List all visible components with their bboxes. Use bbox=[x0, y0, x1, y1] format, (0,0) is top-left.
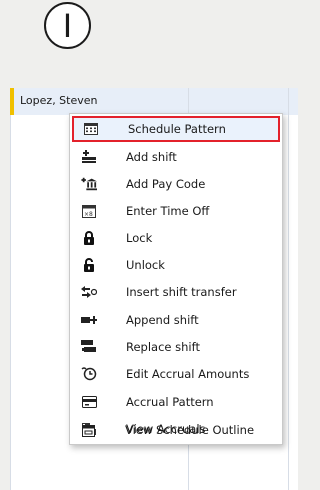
menu-item-add-pay-code[interactable]: Add Pay Code bbox=[72, 171, 280, 197]
menu-item-label: View Schedule Outline bbox=[125, 423, 255, 437]
menu-item-label: Add Pay Code bbox=[126, 177, 206, 191]
replace-shift-icon bbox=[81, 339, 97, 355]
menu-item-label: Unlock bbox=[126, 258, 165, 272]
menu-item-unlock[interactable]: Unlock bbox=[72, 252, 280, 278]
calendar-grid-icon bbox=[83, 121, 99, 137]
menu-item-label: Lock bbox=[126, 231, 153, 245]
menu-item-label: Accrual Pattern bbox=[126, 395, 214, 409]
employee-row-header[interactable]: Lopez, Steven bbox=[10, 88, 298, 115]
menu-item-label: Schedule Pattern bbox=[128, 122, 226, 136]
time-off-icon: ×8 bbox=[81, 203, 97, 219]
append-shift-icon bbox=[81, 312, 97, 328]
accrual-pattern-icon bbox=[81, 394, 97, 410]
menu-item-label: Add shift bbox=[126, 150, 177, 164]
menu-item-edit-accrual-amounts[interactable]: Edit Accrual Amounts bbox=[72, 361, 280, 387]
menu-item-replace-shift[interactable]: Replace shift bbox=[72, 334, 280, 360]
svg-text:×8: ×8 bbox=[84, 211, 93, 218]
lock-icon bbox=[81, 230, 97, 246]
step-badge: I bbox=[44, 2, 91, 49]
menu-item-lock[interactable]: Lock bbox=[72, 225, 280, 251]
edit-accrual-icon bbox=[81, 366, 97, 382]
menu-item-schedule-pattern[interactable]: Schedule Pattern bbox=[72, 116, 280, 142]
menu-item-insert-shift-transfer[interactable]: Insert shift transfer bbox=[72, 279, 280, 305]
menu-item-append-shift[interactable]: Append shift bbox=[72, 307, 280, 333]
add-pay-code-icon bbox=[81, 176, 97, 192]
schedule-outline-icon bbox=[80, 422, 96, 438]
shift-transfer-icon bbox=[81, 284, 97, 300]
menu-item-add-shift[interactable]: Add shift bbox=[72, 144, 280, 170]
menu-item-accrual-pattern[interactable]: Accrual Pattern bbox=[72, 389, 280, 415]
menu-item-view-schedule-outline[interactable]: View Schedule Outline bbox=[71, 417, 279, 443]
add-shift-icon bbox=[81, 149, 97, 165]
unlock-icon bbox=[81, 257, 97, 273]
menu-item-label: Replace shift bbox=[126, 340, 200, 354]
menu-item-label: Edit Accrual Amounts bbox=[126, 367, 250, 381]
menu-item-label: Insert shift transfer bbox=[126, 285, 237, 299]
context-menu: Schedule Pattern Add shift Add Pay Code bbox=[69, 113, 283, 445]
employee-name: Lopez, Steven bbox=[20, 94, 98, 107]
menu-item-label: Append shift bbox=[126, 313, 199, 327]
menu-item-enter-time-off[interactable]: ×8 Enter Time Off bbox=[72, 198, 280, 224]
grid-column-divider bbox=[288, 88, 289, 490]
menu-item-label: Enter Time Off bbox=[126, 204, 210, 218]
